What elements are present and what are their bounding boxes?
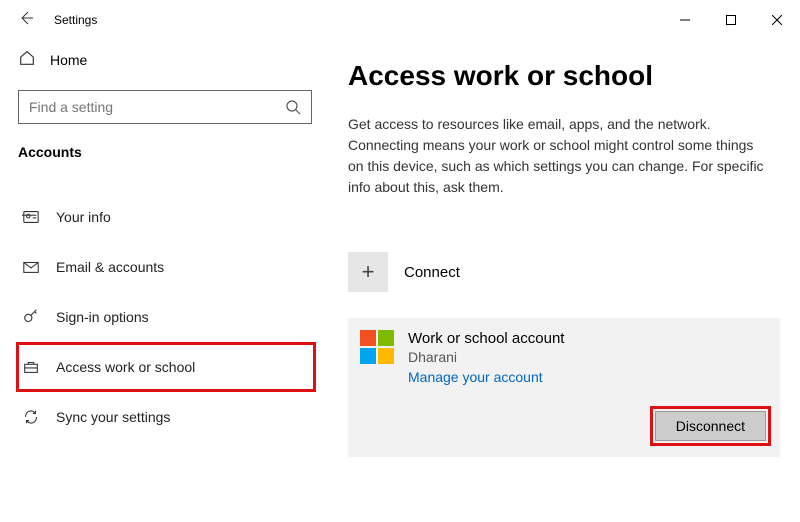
account-title: Work or school account bbox=[408, 330, 564, 347]
connect-label: Connect bbox=[404, 264, 460, 281]
sidebar-item-email-accounts[interactable]: Email & accounts bbox=[18, 244, 300, 290]
account-card[interactable]: Work or school account Dharani Manage yo… bbox=[348, 318, 780, 457]
key-icon bbox=[22, 308, 40, 326]
maximize-button[interactable] bbox=[708, 4, 754, 36]
search-field[interactable] bbox=[29, 99, 285, 115]
sidebar-item-label: Sync your settings bbox=[56, 409, 170, 425]
plus-icon: + bbox=[348, 252, 388, 292]
sidebar: Home Accounts Your info Email & accounts… bbox=[0, 40, 320, 522]
page-title: Access work or school bbox=[348, 60, 780, 92]
sidebar-item-label: Access work or school bbox=[56, 359, 195, 375]
person-card-icon bbox=[22, 208, 40, 226]
sidebar-item-label: Sign-in options bbox=[56, 309, 149, 325]
mail-icon bbox=[22, 258, 40, 276]
connect-button[interactable]: + Connect bbox=[348, 250, 780, 294]
sidebar-item-sync-settings[interactable]: Sync your settings bbox=[18, 394, 300, 440]
titlebar: Settings bbox=[0, 0, 800, 40]
home-button[interactable]: Home bbox=[18, 40, 300, 80]
sidebar-item-signin-options[interactable]: Sign-in options bbox=[18, 294, 300, 340]
disconnect-button[interactable]: Disconnect bbox=[655, 411, 766, 441]
section-title: Accounts bbox=[18, 144, 300, 160]
minimize-button[interactable] bbox=[662, 4, 708, 36]
sidebar-item-label: Email & accounts bbox=[56, 259, 164, 275]
briefcase-icon bbox=[22, 358, 40, 376]
account-subtitle: Dharani bbox=[408, 349, 564, 365]
home-label: Home bbox=[50, 52, 87, 68]
sync-icon bbox=[22, 408, 40, 426]
page-description: Get access to resources like email, apps… bbox=[348, 114, 768, 198]
sidebar-item-your-info[interactable]: Your info bbox=[18, 194, 300, 240]
manage-account-link[interactable]: Manage your account bbox=[408, 369, 564, 385]
close-button[interactable] bbox=[754, 4, 800, 36]
sidebar-item-label: Your info bbox=[56, 209, 111, 225]
home-icon bbox=[18, 49, 36, 72]
sidebar-item-access-work-school[interactable]: Access work or school bbox=[18, 344, 314, 390]
search-icon bbox=[285, 99, 301, 115]
window-title: Settings bbox=[54, 13, 97, 27]
search-input[interactable] bbox=[18, 90, 312, 124]
back-icon[interactable] bbox=[18, 10, 34, 31]
microsoft-logo-icon bbox=[360, 330, 394, 364]
content-pane: Access work or school Get access to reso… bbox=[320, 40, 800, 522]
